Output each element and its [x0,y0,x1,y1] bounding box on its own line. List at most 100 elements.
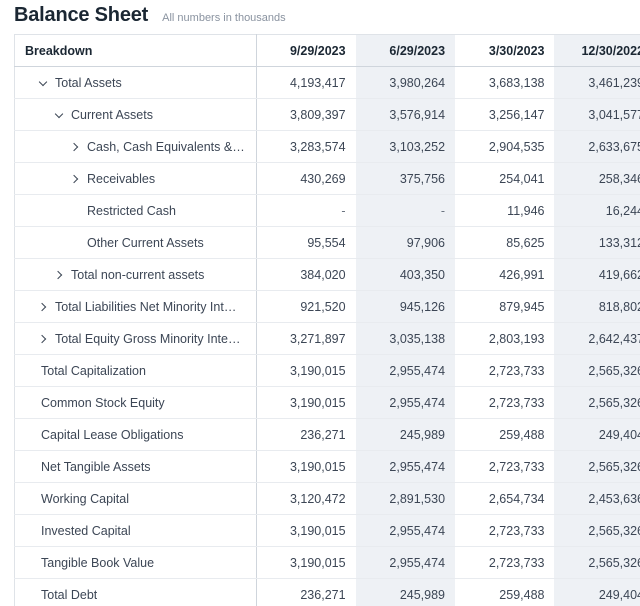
row-label-inner: Total Liabilities Net Minority Int… [25,300,246,314]
column-header-date[interactable]: 6/29/2023 [355,34,456,67]
row-value-cell: 2,565,326 [554,450,640,483]
row-label-cell[interactable]: Total Equity Gross Minority Inte… [14,322,257,355]
row-value-cell: 259,488 [455,578,555,606]
row-value-cell: 85,625 [455,226,555,259]
row-value-cell: 3,190,015 [256,546,356,579]
row-label-cell[interactable]: Receivables [14,162,257,195]
row-value-cell: 384,020 [256,258,356,291]
row-label-cell[interactable]: Total Liabilities Net Minority Int… [14,290,257,323]
chevron-placeholder-icon [25,589,35,601]
row-label-inner: Total Assets [25,76,246,90]
chevron-right-icon[interactable] [71,173,81,185]
chevron-down-icon[interactable] [39,77,49,89]
row-label-inner: Cash, Cash Equivalents & S… [25,140,246,154]
row-label-cell: Total Debt [14,578,257,606]
row-value-cell: 2,642,437 [554,322,640,355]
chevron-right-icon[interactable] [71,141,81,153]
chevron-right-icon[interactable] [55,269,65,281]
row-value-cell: 236,271 [256,418,356,451]
row-label-text: Capital Lease Obligations [41,427,184,442]
page-title: Balance Sheet [14,4,149,26]
row-label-cell[interactable]: Total non-current assets [14,258,257,291]
row-label-cell: Other Current Assets [14,226,257,259]
row-value-cell: 2,955,474 [355,386,456,419]
row-label-inner: Invested Capital [25,524,246,538]
row-label-inner: Restricted Cash [25,204,246,218]
table-row: Working Capital 3,120,472 2,891,530 2,654,7… [14,482,640,515]
table-row: Capital Lease Obligations 236,271 245,989 2… [14,418,640,451]
row-value-cell: - [256,194,356,227]
row-value-cell: 254,041 [455,162,555,195]
row-value-cell: 2,565,326 [554,386,640,419]
row-value-cell: 2,904,535 [455,130,555,163]
table-row: Total Capitalization 3,190,015 2,955,474 2,… [14,354,640,387]
row-value-cell: 430,269 [256,162,356,195]
table-body: Total Assets 4,193,417 3,980,264 3,683,138 3… [14,66,640,606]
row-value-cell: 818,802 [554,290,640,323]
column-header-date[interactable]: 3/30/2023 [455,34,555,67]
row-label-text: Total Equity Gross Minority Inte… [55,331,241,346]
row-value-cell: 375,756 [355,162,456,195]
row-label-cell[interactable]: Current Assets [14,98,257,131]
page-header: Balance Sheet All numbers in thousands [0,0,640,34]
chevron-right-icon[interactable] [39,301,49,313]
row-label-cell[interactable]: Cash, Cash Equivalents & S… [14,130,257,163]
table-row: Total Assets 4,193,417 3,980,264 3,683,138 3… [14,66,640,99]
row-label-inner: Receivables [25,172,246,186]
row-label-text: Invested Capital [41,523,131,538]
row-value-cell: 2,803,193 [455,322,555,355]
row-value-cell: 2,723,733 [455,386,555,419]
row-value-cell: 249,404 [554,418,640,451]
row-value-cell: 2,565,326 [554,514,640,547]
row-label-inner: Total Debt [25,588,246,602]
chevron-right-icon[interactable] [39,333,49,345]
row-value-cell: 3,190,015 [256,354,356,387]
row-label-text: Total Capitalization [41,363,146,378]
chevron-down-icon[interactable] [55,109,65,121]
row-value-cell: 3,041,577 [554,98,640,131]
row-value-cell: 3,120,472 [256,482,356,515]
balance-sheet-table-container: Breakdown 9/29/2023 6/29/2023 3/30/2023 12/3… [14,34,640,606]
row-label-cell: Total Capitalization [14,354,257,387]
row-value-cell: 95,554 [256,226,356,259]
table-row: Tangible Book Value 3,190,015 2,955,474 2,7… [14,546,640,579]
chevron-placeholder-icon [25,557,35,569]
row-value-cell: 2,723,733 [455,546,555,579]
row-label-text: Common Stock Equity [41,395,165,410]
row-label-text: Other Current Assets [87,235,204,250]
row-label-inner: Capital Lease Obligations [25,428,246,442]
row-value-cell: 419,662 [554,258,640,291]
row-value-cell: 2,723,733 [455,514,555,547]
row-value-cell: 426,991 [455,258,555,291]
row-label-inner: Tangible Book Value [25,556,246,570]
row-value-cell: 2,955,474 [355,514,456,547]
row-label-text: Cash, Cash Equivalents & S… [87,139,246,154]
row-value-cell: 236,271 [256,578,356,606]
row-value-cell: 245,989 [355,578,456,606]
row-label-text: Net Tangible Assets [41,459,151,474]
table-row: Other Current Assets 95,554 97,906 85,625 13… [14,226,640,259]
row-value-cell: 249,404 [554,578,640,606]
row-label-cell: Invested Capital [14,514,257,547]
column-header-breakdown[interactable]: Breakdown [14,34,257,67]
row-label-text: Total non-current assets [71,267,205,282]
row-label-text: Receivables [87,171,156,186]
row-value-cell: 3,103,252 [355,130,456,163]
balance-sheet-page: Balance Sheet All numbers in thousands B… [0,0,640,606]
row-label-cell[interactable]: Total Assets [14,66,257,99]
row-value-cell: 259,488 [455,418,555,451]
row-label-cell: Working Capital [14,482,257,515]
row-label-cell: Restricted Cash [14,194,257,227]
row-label-inner: Net Tangible Assets [25,460,246,474]
column-header-date[interactable]: 9/29/2023 [256,34,356,67]
table-header: Breakdown 9/29/2023 6/29/2023 3/30/2023 12/3… [14,34,640,67]
row-value-cell: 3,190,015 [256,514,356,547]
row-value-cell: 11,946 [455,194,555,227]
row-label-text: Restricted Cash [87,203,176,218]
row-value-cell: 2,654,734 [455,482,555,515]
column-header-date[interactable]: 12/30/2022 [554,34,640,67]
row-label-text: Current Assets [71,107,153,122]
row-label-cell: Net Tangible Assets [14,450,257,483]
chevron-placeholder-icon [25,525,35,537]
row-value-cell: 2,453,636 [554,482,640,515]
